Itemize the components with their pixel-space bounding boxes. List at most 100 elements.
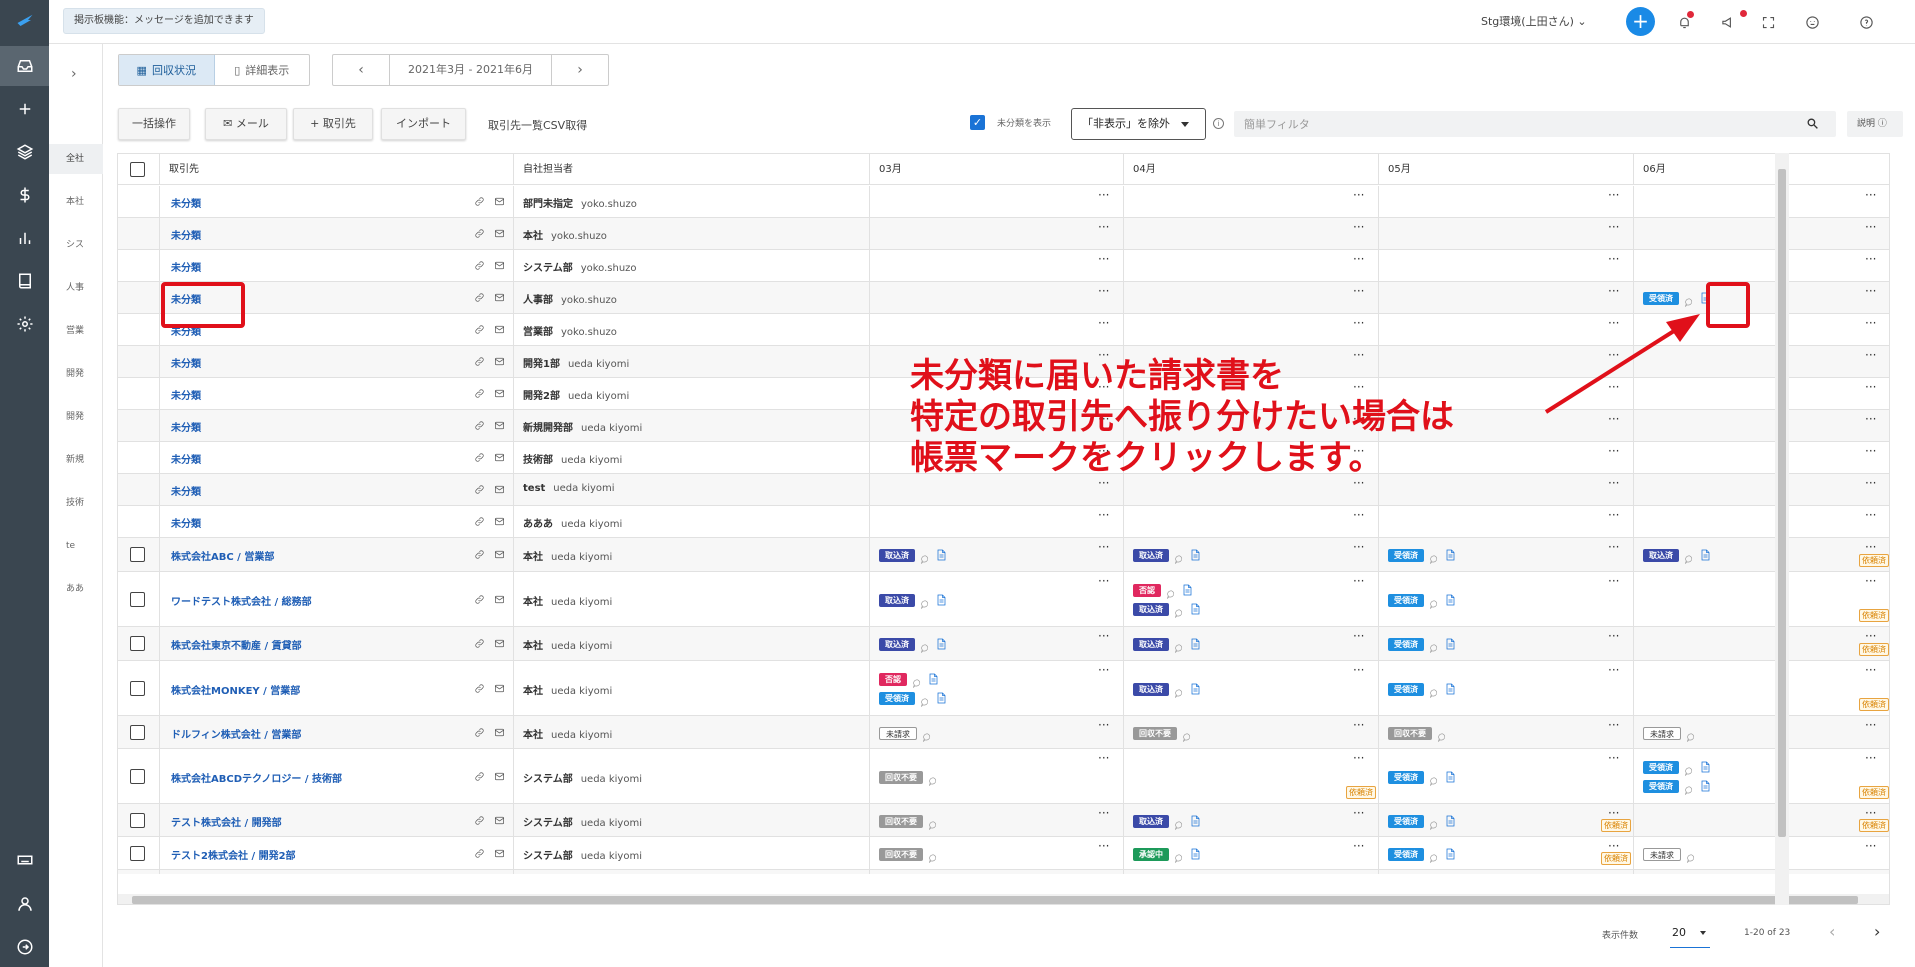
partner-name-link[interactable]: ワードテスト株式会社 / 総務部 — [171, 593, 312, 608]
search-icon[interactable] — [1806, 117, 1819, 130]
mail-icon[interactable] — [494, 448, 505, 467]
more-menu-icon[interactable]: ··· — [1353, 189, 1364, 201]
document-icon[interactable] — [936, 591, 947, 610]
status-badge[interactable]: 回収不要 — [879, 814, 923, 828]
more-menu-icon[interactable]: ··· — [1353, 253, 1364, 265]
mail-icon[interactable] — [494, 844, 505, 863]
document-icon[interactable] — [936, 689, 947, 708]
mail-icon[interactable] — [494, 256, 505, 275]
document-icon[interactable] — [1445, 812, 1456, 831]
more-menu-icon[interactable]: ··· — [1608, 349, 1619, 361]
more-menu-icon[interactable]: ··· — [1865, 413, 1876, 425]
status-badge[interactable]: 取込済 — [1643, 548, 1679, 562]
status-badge[interactable]: 受領済 — [1388, 593, 1424, 607]
more-menu-icon[interactable]: ··· — [1353, 575, 1364, 587]
comment-icon[interactable] — [912, 674, 923, 688]
more-menu-icon[interactable]: ··· — [1865, 221, 1876, 233]
prev-period-button[interactable]: ‹ — [333, 55, 389, 85]
partner-name-link[interactable]: 株式会社MONKEY / 営業部 — [171, 682, 300, 697]
app-logo-icon[interactable] — [0, 0, 49, 40]
more-menu-icon[interactable]: ··· — [1098, 664, 1109, 676]
partner-name-link[interactable]: ドルフィン株式会社 / 営業部 — [171, 726, 301, 741]
fullscreen-icon[interactable] — [1758, 12, 1778, 32]
subnav-item[interactable]: 営業 — [49, 316, 103, 346]
more-menu-icon[interactable]: ··· — [1865, 719, 1876, 731]
period-label[interactable]: 2021年3月 - 2021年6月 — [389, 55, 552, 85]
more-menu-icon[interactable]: ··· — [1608, 317, 1619, 329]
collection-view-tab[interactable]: ▦ 回収状況 — [119, 55, 215, 85]
mail-icon[interactable] — [494, 320, 505, 339]
partner-name-link[interactable]: 未分類 — [171, 355, 201, 370]
link-icon[interactable] — [474, 192, 485, 211]
comment-icon[interactable] — [1429, 684, 1440, 698]
mail-icon[interactable] — [494, 634, 505, 653]
more-menu-icon[interactable]: ··· — [1608, 807, 1619, 819]
environment-selector[interactable]: Stg環境(上田さん) ⌄ — [1481, 13, 1587, 29]
link-icon[interactable] — [474, 320, 485, 339]
link-icon[interactable] — [474, 512, 485, 531]
more-menu-icon[interactable]: ··· — [1865, 807, 1876, 819]
comment-icon[interactable] — [1684, 781, 1695, 795]
comment-icon[interactable] — [920, 595, 931, 609]
more-menu-icon[interactable]: ··· — [1608, 221, 1619, 233]
more-menu-icon[interactable]: ··· — [1608, 509, 1619, 521]
more-menu-icon[interactable]: ··· — [1865, 664, 1876, 676]
comment-icon[interactable] — [1684, 550, 1695, 564]
partner-name-link[interactable]: 未分類 — [171, 259, 201, 274]
status-badge[interactable]: 受領済 — [1388, 548, 1424, 562]
status-badge[interactable]: 回収不要 — [879, 847, 923, 861]
link-icon[interactable] — [474, 224, 485, 243]
document-icon[interactable] — [936, 546, 947, 565]
mail-icon[interactable] — [494, 384, 505, 403]
month-column-header[interactable]: 04月 — [1124, 154, 1379, 185]
more-menu-icon[interactable]: ··· — [1865, 189, 1876, 201]
status-badge[interactable]: 取込済 — [1133, 602, 1169, 616]
more-menu-icon[interactable]: ··· — [1353, 719, 1364, 731]
comment-icon[interactable] — [1174, 849, 1185, 863]
comment-icon[interactable] — [1684, 762, 1695, 776]
document-icon[interactable] — [1445, 768, 1456, 787]
status-badge[interactable]: 未請求 — [1643, 847, 1681, 861]
mail-icon[interactable] — [494, 352, 505, 371]
link-icon[interactable] — [474, 416, 485, 435]
more-menu-icon[interactable]: ··· — [1865, 317, 1876, 329]
comment-icon[interactable] — [1182, 728, 1193, 742]
row-checkbox[interactable] — [130, 769, 145, 784]
status-badge[interactable]: 回収不要 — [1388, 726, 1432, 740]
next-period-button[interactable]: › — [552, 55, 608, 85]
status-badge[interactable]: 取込済 — [1133, 637, 1169, 651]
status-badge[interactable]: 受領済 — [1388, 814, 1424, 828]
partner-name-link[interactable]: 未分類 — [171, 227, 201, 242]
comment-icon[interactable] — [1429, 639, 1440, 653]
mail-icon[interactable] — [494, 288, 505, 307]
vertical-scrollbar[interactable] — [1775, 153, 1789, 905]
more-menu-icon[interactable]: ··· — [1098, 575, 1109, 587]
partner-name-link[interactable]: テスト株式会社 / 開発部 — [171, 814, 282, 829]
more-menu-icon[interactable]: ··· — [1865, 477, 1876, 489]
more-menu-icon[interactable]: ··· — [1865, 509, 1876, 521]
status-badge[interactable]: 未請求 — [879, 726, 917, 740]
more-menu-icon[interactable]: ··· — [1353, 807, 1364, 819]
document-icon[interactable] — [1190, 812, 1201, 831]
partner-name-link[interactable]: テスト2株式会社 / 開発2部 — [171, 847, 296, 862]
comment-icon[interactable] — [928, 816, 939, 830]
megaphone-icon[interactable] — [1718, 10, 1747, 32]
comment-icon[interactable] — [920, 550, 931, 564]
comment-icon[interactable] — [1166, 585, 1177, 599]
more-menu-icon[interactable]: ··· — [1865, 285, 1876, 297]
more-menu-icon[interactable]: ··· — [1608, 381, 1619, 393]
prev-page-button[interactable]: ‹ — [1829, 922, 1835, 941]
row-checkbox[interactable] — [130, 592, 145, 607]
more-menu-icon[interactable]: ··· — [1865, 541, 1876, 553]
status-badge[interactable]: 取込済 — [879, 548, 915, 562]
staff-column-header[interactable]: 自社担当者 — [514, 154, 870, 185]
document-icon[interactable] — [1445, 635, 1456, 654]
status-badge[interactable]: 未請求 — [1643, 726, 1681, 740]
more-menu-icon[interactable]: ··· — [1353, 664, 1364, 676]
comment-icon[interactable] — [928, 772, 939, 786]
csv-download-link[interactable]: 取引先一覧CSV取得 — [488, 117, 587, 133]
subnav-item[interactable]: te — [49, 531, 103, 561]
mail-icon[interactable] — [494, 192, 505, 211]
status-badge[interactable]: 受領済 — [1388, 770, 1424, 784]
partner-name-link[interactable]: 未分類 — [171, 515, 201, 530]
